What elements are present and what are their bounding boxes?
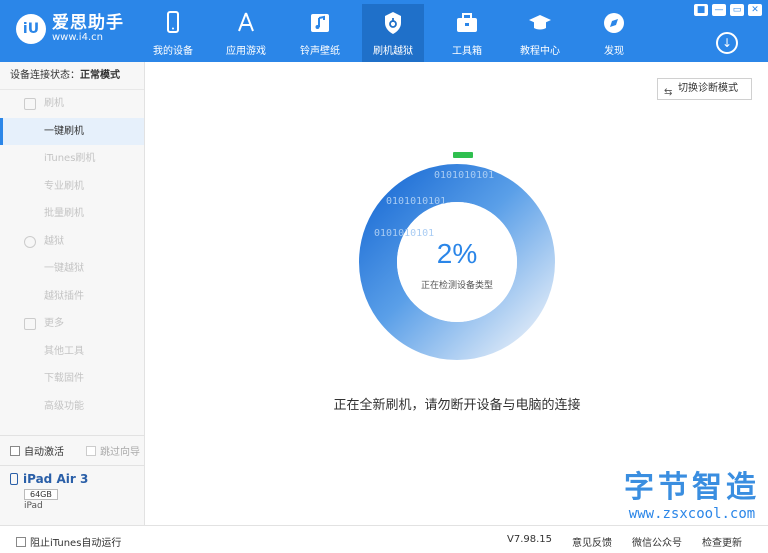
skin-button[interactable]: ■ (694, 4, 708, 16)
nav-label: 工具箱 (452, 46, 482, 57)
sidebar-item-label: 越狱插件 (44, 290, 84, 302)
sidebar-item-one-click-jailbreak[interactable]: 一键越狱 (0, 255, 144, 283)
app-url: www.i4.cn (52, 32, 103, 43)
compass-icon (604, 13, 624, 33)
minimize-button[interactable]: — (712, 4, 726, 16)
sidebar-section-more: 更多 (0, 310, 144, 338)
download-icon[interactable]: ↓ (716, 32, 738, 54)
flash-message: 正在全新刷机，请勿断开设备与电脑的连接 (333, 398, 581, 413)
nav-label: 发现 (604, 46, 624, 57)
block-itunes-checkbox[interactable] (16, 536, 26, 547)
logo-badge: iU (16, 14, 46, 44)
progress-percent: 2% (436, 238, 478, 269)
device-type: iPad (24, 501, 43, 511)
device-card[interactable]: iPad Air 3 64GB iPad (0, 465, 145, 525)
status-bar: 阻止iTunes自动运行 V7.98.15 意见反馈 微信公众号 检查更新 (0, 525, 768, 553)
binary-decoration-1: 0101010101 (434, 170, 494, 181)
shield-icon (385, 12, 401, 34)
nav-flash-jailbreak[interactable]: 刷机越狱 (362, 4, 424, 62)
wechat-link[interactable]: 微信公众号 (622, 534, 692, 549)
sidebar-item-other-tools[interactable]: 其他工具 (0, 338, 144, 366)
maximize-button[interactable]: ▭ (730, 4, 744, 16)
app-store-icon (238, 12, 254, 32)
sidebar-item-jailbreak-plugins[interactable]: 越狱插件 (0, 283, 144, 311)
nav-ringtones-wallpapers[interactable]: 铃声壁纸 (289, 6, 351, 58)
window-controls: ■ — ▭ ✕ (694, 4, 762, 16)
sidebar-section-flash: 刷机 (0, 90, 144, 118)
sidebar-section-jailbreak: 越狱 (0, 228, 144, 256)
nav-label: 我的设备 (153, 46, 193, 57)
skip-guide-checkbox[interactable] (86, 445, 96, 456)
device-capacity: 64GB (24, 489, 58, 500)
music-icon (311, 14, 329, 32)
status-label: 设备连接状态： (10, 70, 80, 81)
app-name: 爱思助手 (52, 13, 124, 33)
sidebar-item-download-firmware[interactable]: 下载固件 (0, 365, 144, 393)
sidebar-item-label: 高级功能 (44, 400, 84, 412)
sidebar-item-label: iTunes刷机 (44, 153, 96, 164)
status-value: 正常模式 (80, 70, 120, 81)
sidebar-item-advanced[interactable]: 高级功能 (0, 393, 144, 421)
auto-activate-checkbox[interactable] (10, 445, 20, 456)
watermark: 字节智造 www.zsxcool.com (624, 462, 760, 522)
version-label: V7.98.15 (506, 534, 552, 545)
nav-my-device[interactable]: 我的设备 (142, 6, 204, 58)
nav-toolbox[interactable]: 工具箱 (436, 6, 498, 58)
nav-label: 教程中心 (520, 46, 560, 57)
sidebar-item-pro-flash[interactable]: 专业刷机 (0, 173, 144, 201)
auto-activate-label: 自动激活 (24, 447, 64, 458)
progress-status: 正在检测设备类型 (420, 281, 493, 291)
sidebar-item-one-click-flash[interactable]: 一键刷机 (0, 117, 144, 145)
nav-label: 铃声壁纸 (300, 46, 340, 57)
skip-guide-label: 跳过向导 (100, 447, 140, 458)
sidebar-item-label: 下载固件 (44, 373, 84, 384)
top-bar: iU 爱思助手 www.i4.cn 我的设备 应用游戏 铃声壁纸 刷机越狱 工具… (0, 0, 768, 62)
device-status: 设备连接状态：正常模式 (0, 62, 144, 90)
sidebar-item-label: 一键越狱 (44, 263, 84, 274)
sidebar-item-label: 批量刷机 (44, 208, 84, 219)
phone-icon (167, 11, 179, 33)
progress-ring: 0101010101 0101010101 0101010101 2% 正在检测… (356, 144, 558, 364)
feedback-link[interactable]: 意见反馈 (562, 534, 622, 549)
watermark-cn: 字节智造 (624, 470, 760, 505)
sidebar-item-batch-flash[interactable]: 批量刷机 (0, 200, 144, 228)
progress-marker (453, 152, 473, 158)
binary-decoration-2: 0101010101 (386, 196, 446, 207)
sidebar-options: 自动激活 跳过向导 (0, 435, 145, 465)
sidebar-item-label: 一键刷机 (44, 125, 84, 137)
flash-section-icon (24, 98, 36, 110)
sidebar-item-label: 专业刷机 (44, 180, 84, 192)
block-itunes-label: 阻止iTunes自动运行 (30, 538, 122, 549)
toolbox-icon (457, 13, 477, 32)
switch-diagnostic-mode-button[interactable]: ⇆ 切换诊断模式 (657, 78, 752, 100)
check-update-link[interactable]: 检查更新 (692, 534, 752, 549)
graduation-cap-icon (529, 15, 551, 30)
nav-discover[interactable]: 发现 (583, 6, 645, 58)
sidebar: 设备连接状态：正常模式 刷机 一键刷机 iTunes刷机 专业刷机 批量刷机 越… (0, 62, 145, 525)
close-button[interactable]: ✕ (748, 4, 762, 16)
sidebar-item-itunes-flash[interactable]: iTunes刷机 (0, 145, 144, 173)
device-name: iPad Air 3 (23, 472, 89, 486)
jailbreak-section-icon (24, 235, 36, 248)
sidebar-item-label: 越狱 (44, 235, 64, 247)
nav-label: 应用游戏 (226, 46, 266, 57)
watermark-url: www.zsxcool.com (628, 506, 756, 522)
main-panel: ⇆ 切换诊断模式 0101010101 0101010101 010101010… (146, 62, 768, 525)
nav-tutorials[interactable]: 教程中心 (509, 6, 571, 58)
nav-label: 刷机越狱 (373, 46, 413, 57)
nav-apps-games[interactable]: 应用游戏 (215, 6, 277, 58)
sidebar-item-label: 其他工具 (44, 345, 84, 357)
device-icon (10, 473, 18, 485)
more-section-icon (24, 318, 36, 330)
sidebar-item-label: 更多 (44, 318, 64, 329)
sidebar-item-label: 刷机 (44, 98, 64, 109)
block-itunes-option[interactable]: 阻止iTunes自动运行 (16, 534, 121, 549)
app-logo: iU 爱思助手 www.i4.cn (16, 14, 124, 44)
switch-icon: ⇆ (664, 87, 673, 98)
switch-diagnostic-mode-label: 切换诊断模式 (678, 83, 738, 94)
